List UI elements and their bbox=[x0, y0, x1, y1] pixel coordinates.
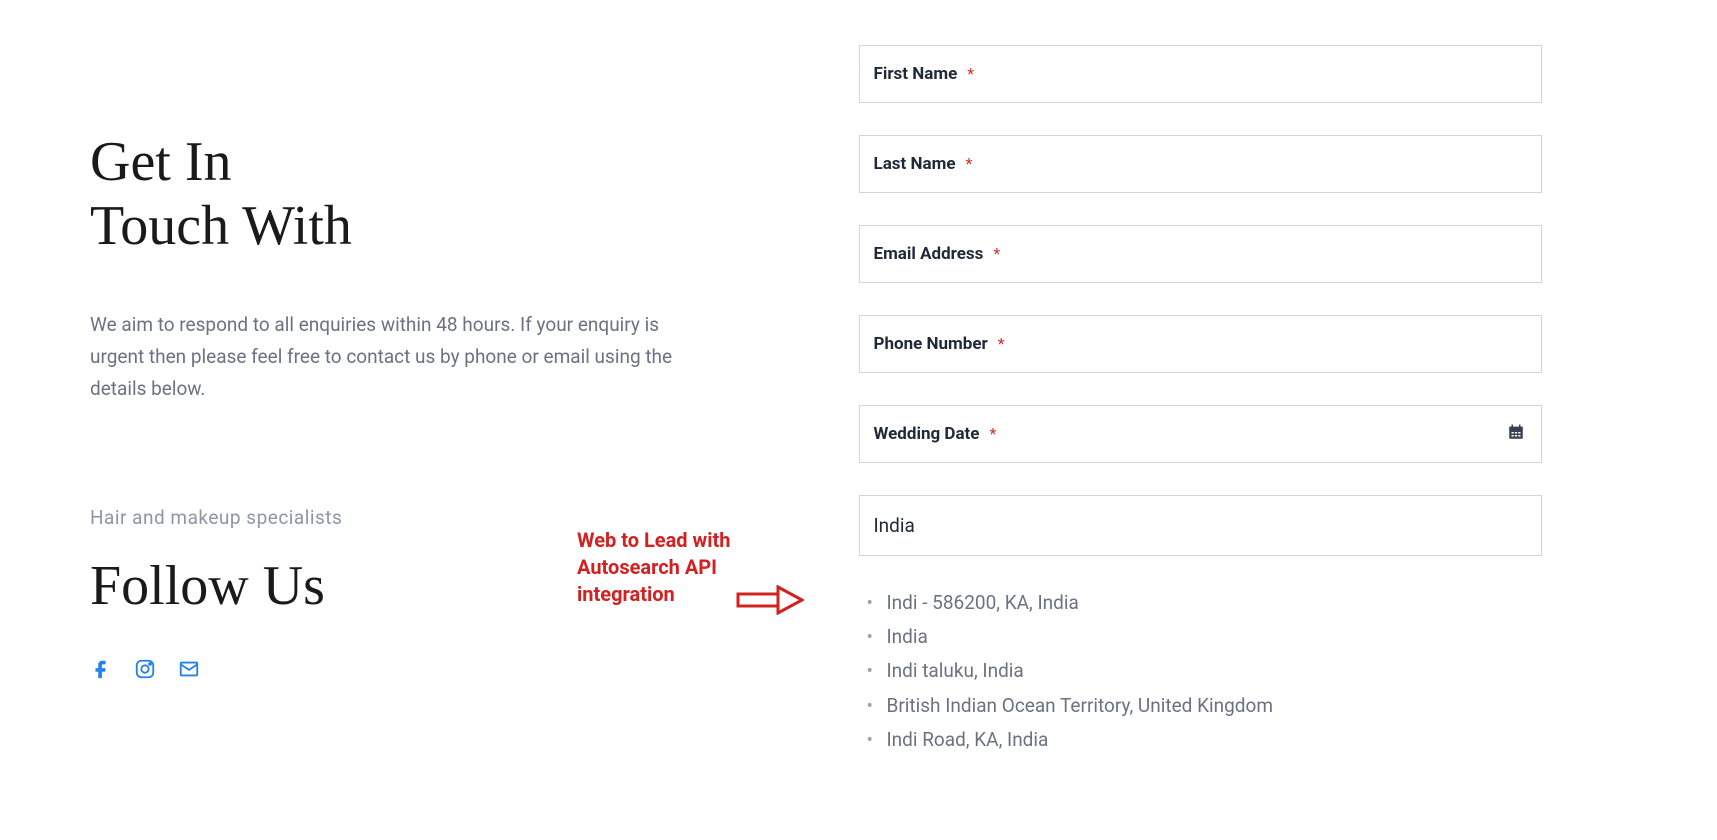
intro-text: We aim to respond to all enquiries withi… bbox=[90, 309, 700, 406]
first-name-label: First Name bbox=[874, 64, 958, 84]
email-icon[interactable] bbox=[178, 658, 200, 680]
wedding-date-field[interactable]: Wedding Date * bbox=[859, 405, 1543, 463]
calendar-icon[interactable] bbox=[1507, 423, 1525, 445]
autocomplete-item[interactable]: Indi taluku, India bbox=[887, 654, 1543, 688]
specialists-text: Hair and makeup specialists bbox=[90, 506, 779, 529]
instagram-icon[interactable] bbox=[134, 658, 156, 680]
social-icons-row bbox=[90, 658, 779, 680]
required-asterisk: * bbox=[965, 154, 972, 173]
required-asterisk: * bbox=[967, 64, 974, 83]
autocomplete-item[interactable]: India bbox=[887, 620, 1543, 654]
email-field[interactable]: Email Address * bbox=[859, 225, 1543, 283]
last-name-label: Last Name bbox=[874, 154, 956, 174]
location-search-field[interactable] bbox=[859, 495, 1543, 556]
annotation-arrow-icon bbox=[736, 585, 804, 619]
phone-label: Phone Number bbox=[874, 334, 988, 354]
required-asterisk: * bbox=[998, 334, 1005, 353]
facebook-icon[interactable] bbox=[90, 658, 112, 680]
location-search-input[interactable] bbox=[874, 514, 1528, 537]
first-name-field[interactable]: First Name * bbox=[859, 45, 1543, 103]
autocomplete-item[interactable]: British Indian Ocean Territory, United K… bbox=[887, 689, 1543, 723]
email-label: Email Address bbox=[874, 244, 984, 264]
annotation-text: Web to Lead with Autosearch API integrat… bbox=[577, 527, 731, 608]
phone-field[interactable]: Phone Number * bbox=[859, 315, 1543, 373]
wedding-date-label: Wedding Date bbox=[874, 424, 980, 444]
required-asterisk: * bbox=[993, 244, 1000, 263]
page-title: Get In Touch With bbox=[90, 130, 779, 259]
autocomplete-item[interactable]: Indi - 586200, KA, India bbox=[887, 586, 1543, 620]
last-name-field[interactable]: Last Name * bbox=[859, 135, 1543, 193]
autocomplete-item[interactable]: Indi Road, KA, India bbox=[887, 723, 1543, 757]
required-asterisk: * bbox=[989, 424, 996, 443]
autocomplete-list: Indi - 586200, KA, India India Indi talu… bbox=[859, 586, 1543, 757]
